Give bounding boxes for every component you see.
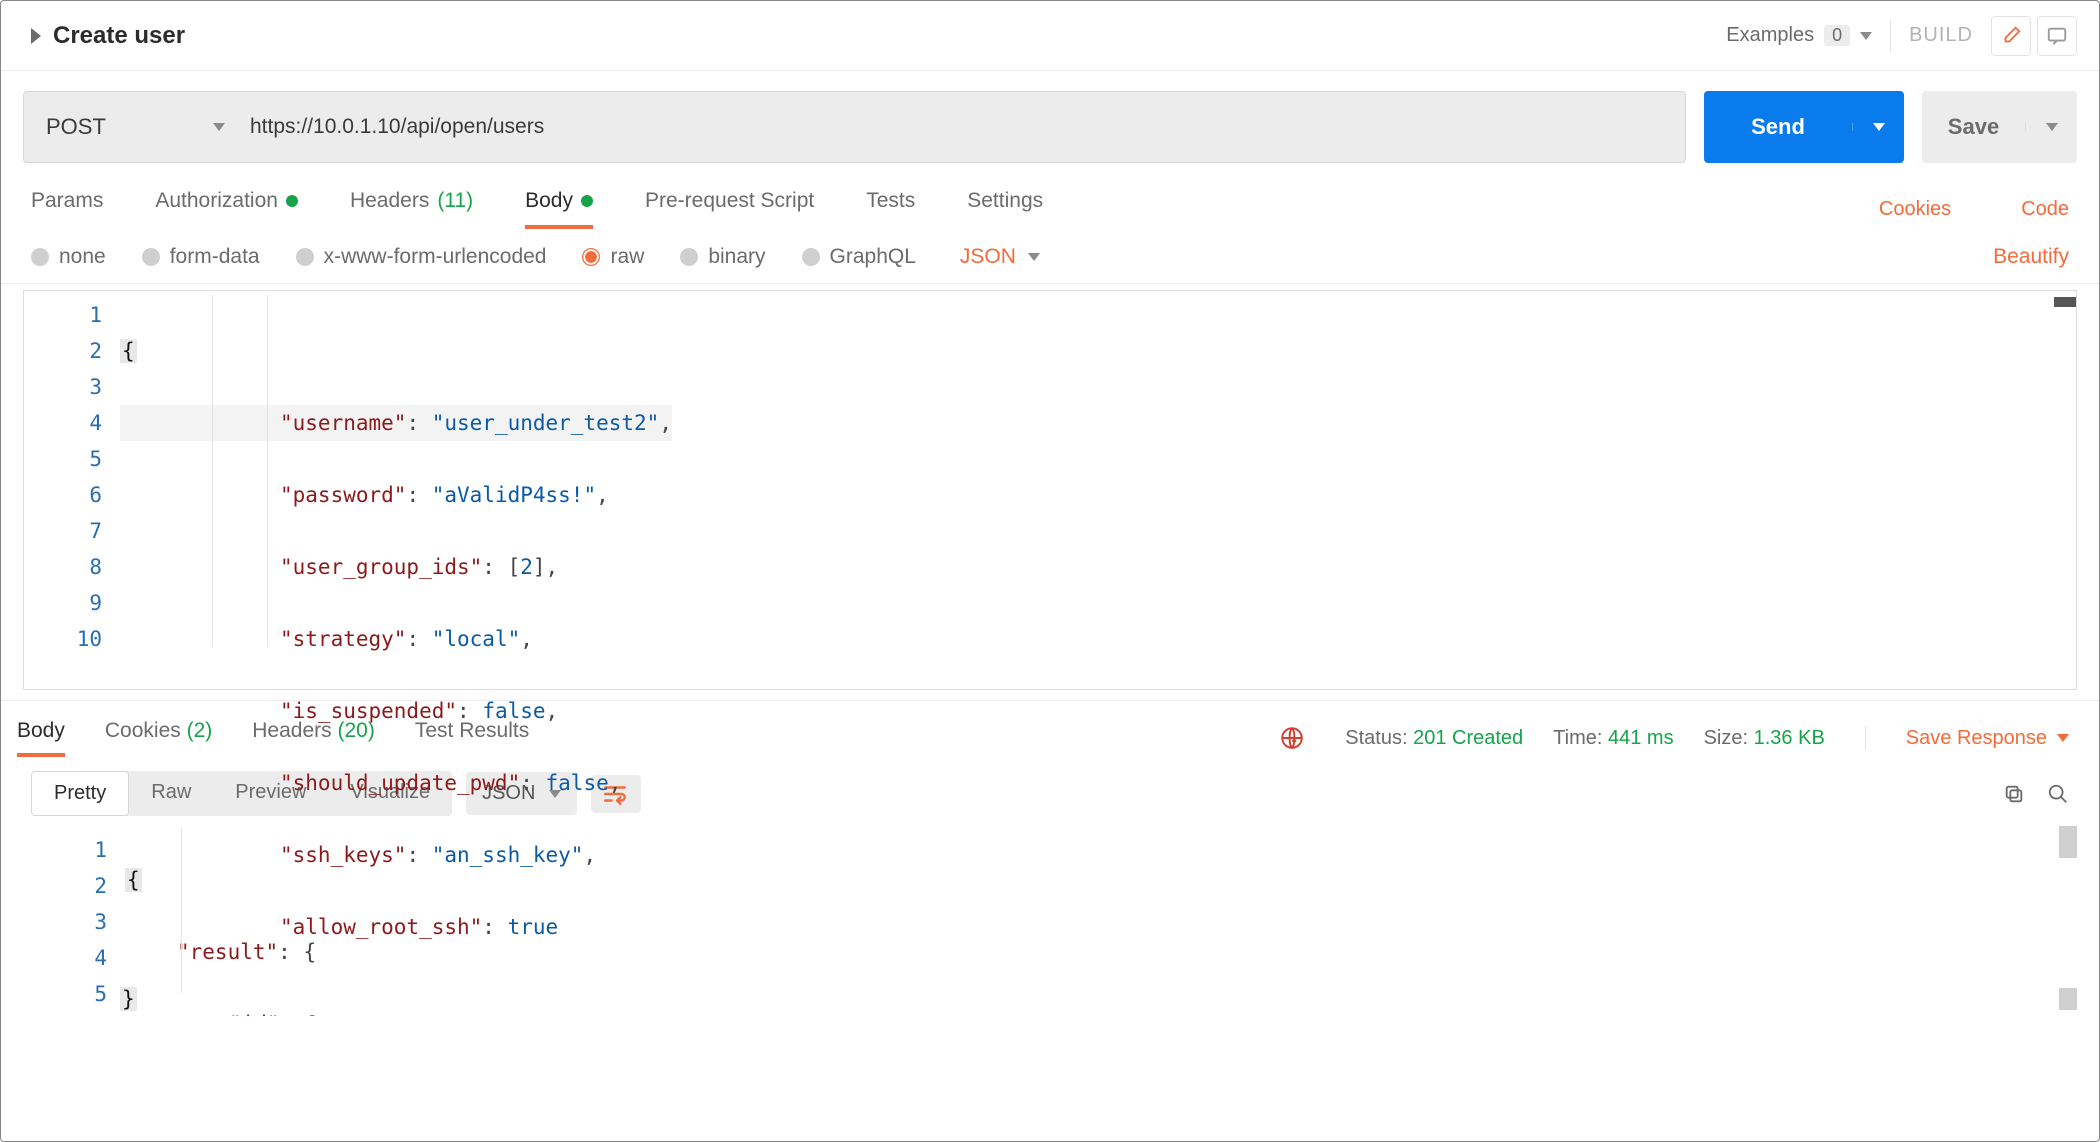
body-type-binary[interactable]: binary — [680, 245, 765, 269]
build-mode-label: BUILD — [1909, 24, 1973, 47]
request-body-editor[interactable]: 12345678910 { "username": "user_under_te… — [23, 290, 2077, 690]
minimap-marker — [2054, 297, 2076, 307]
send-button-label: Send — [1751, 114, 1805, 140]
chevron-down-icon — [1873, 123, 1885, 131]
save-dropdown[interactable] — [2025, 123, 2077, 131]
body-type-urlencoded[interactable]: x-www-form-urlencoded — [296, 245, 547, 269]
response-body-editor[interactable]: 12345 { "result": { "id": 6 } } — [23, 826, 2077, 1016]
code-token: 2 — [520, 555, 533, 579]
tab-headers[interactable]: Headers (11) — [350, 189, 473, 229]
chevron-down-icon — [2057, 734, 2069, 742]
size-label: Size: — [1704, 727, 1748, 749]
body-type-none[interactable]: none — [31, 245, 106, 269]
chevron-down-icon — [1860, 32, 1872, 40]
line-gutter: 12345 — [29, 826, 125, 1016]
code-token: { — [120, 339, 137, 363]
status-label: Status: — [1345, 727, 1407, 749]
code-token: "username" — [280, 411, 406, 435]
response-stats: Status: 201 Created Time: 441 ms Size: 1… — [1345, 727, 1825, 750]
radio-icon — [582, 248, 600, 266]
tab-tests[interactable]: Tests — [866, 189, 915, 229]
send-button[interactable]: Send — [1704, 91, 1904, 163]
tab-authorization[interactable]: Authorization — [155, 189, 298, 229]
response-tab-body[interactable]: Body — [17, 719, 65, 757]
divider — [1890, 20, 1891, 52]
tab-settings[interactable]: Settings — [967, 189, 1043, 229]
code-link[interactable]: Code — [2021, 198, 2069, 221]
network-warning-icon[interactable] — [1279, 725, 1305, 751]
save-button[interactable]: Save — [1922, 91, 2077, 163]
request-url-input[interactable]: https://10.0.1.10/api/open/users — [230, 91, 1686, 163]
code-token: "local" — [432, 627, 521, 651]
request-title: Create user — [53, 22, 185, 50]
chevron-down-icon — [1028, 253, 1040, 261]
beautify-link[interactable]: Beautify — [1993, 245, 2069, 269]
body-type-raw[interactable]: raw — [582, 245, 644, 269]
examples-dropdown[interactable]: Examples 0 — [1726, 24, 1872, 47]
radio-icon — [296, 248, 314, 266]
body-lang-select[interactable]: JSON — [960, 245, 1040, 269]
code-area[interactable]: { "username": "user_under_test2", "passw… — [120, 291, 672, 689]
code-token: false — [482, 699, 545, 723]
search-icon[interactable] — [2047, 783, 2069, 805]
tab-prerequest[interactable]: Pre-request Script — [645, 189, 814, 229]
code-token: "user_group_ids" — [280, 555, 482, 579]
size-value: 1.36 KB — [1754, 727, 1825, 749]
examples-label: Examples — [1726, 24, 1814, 47]
status-value: 201 Created — [1413, 727, 1523, 749]
radio-icon — [142, 248, 160, 266]
code-token: { — [125, 868, 142, 892]
radio-icon — [31, 248, 49, 266]
radio-icon — [802, 248, 820, 266]
request-url-value: https://10.0.1.10/api/open/users — [250, 115, 544, 139]
time-label: Time: — [1553, 727, 1602, 749]
code-token: "should_update_pwd" — [280, 771, 520, 795]
line-gutter: 12345678910 — [24, 291, 120, 689]
http-method-select[interactable]: POST — [23, 91, 248, 163]
scrollbar[interactable] — [2059, 988, 2077, 1010]
body-type-form-data[interactable]: form-data — [142, 245, 260, 269]
code-token: "user_under_test2" — [432, 411, 660, 435]
code-token: "strategy" — [280, 627, 406, 651]
copy-icon[interactable] — [2003, 783, 2025, 805]
expand-icon[interactable] — [31, 28, 41, 44]
time-value: 441 ms — [1608, 727, 1674, 749]
code-area[interactable]: { "result": { "id": 6 } } — [125, 826, 318, 1016]
body-type-row: none form-data x-www-form-urlencoded raw… — [1, 231, 2099, 284]
examples-count-badge: 0 — [1824, 25, 1850, 46]
body-lang-label: JSON — [960, 245, 1016, 269]
edit-icon[interactable] — [1991, 16, 2031, 56]
comments-icon[interactable] — [2037, 16, 2077, 56]
save-button-label: Save — [1948, 114, 1999, 140]
status-dot-icon — [286, 195, 298, 207]
code-token: "is_suspended" — [280, 699, 457, 723]
tab-body[interactable]: Body — [525, 189, 593, 229]
code-token: 6 — [305, 1012, 318, 1016]
request-tabs: Params Authorization Headers (11) Body P… — [1, 173, 2099, 231]
code-token: "password" — [280, 483, 406, 507]
view-pretty[interactable]: Pretty — [31, 771, 129, 816]
chevron-down-icon — [2046, 123, 2058, 131]
save-response-dropdown[interactable]: Save Response — [1906, 727, 2069, 750]
body-type-graphql[interactable]: GraphQL — [802, 245, 916, 269]
send-dropdown[interactable] — [1852, 123, 1904, 131]
tab-params[interactable]: Params — [31, 189, 103, 229]
request-header-bar: Create user Examples 0 BUILD — [1, 1, 2099, 71]
status-dot-icon — [581, 195, 593, 207]
code-token: "result" — [125, 940, 278, 964]
cookies-link[interactable]: Cookies — [1879, 198, 1951, 221]
radio-icon — [680, 248, 698, 266]
divider — [1865, 726, 1866, 750]
request-line: POST https://10.0.1.10/api/open/users Se… — [1, 71, 2099, 173]
code-token: false — [546, 771, 609, 795]
save-response-label: Save Response — [1906, 727, 2047, 750]
scrollbar[interactable] — [2059, 826, 2077, 858]
code-token: "aValidP4ss!" — [432, 483, 596, 507]
chevron-down-icon — [213, 123, 225, 131]
http-method-value: POST — [46, 114, 106, 140]
code-token: "id" — [125, 1012, 280, 1016]
